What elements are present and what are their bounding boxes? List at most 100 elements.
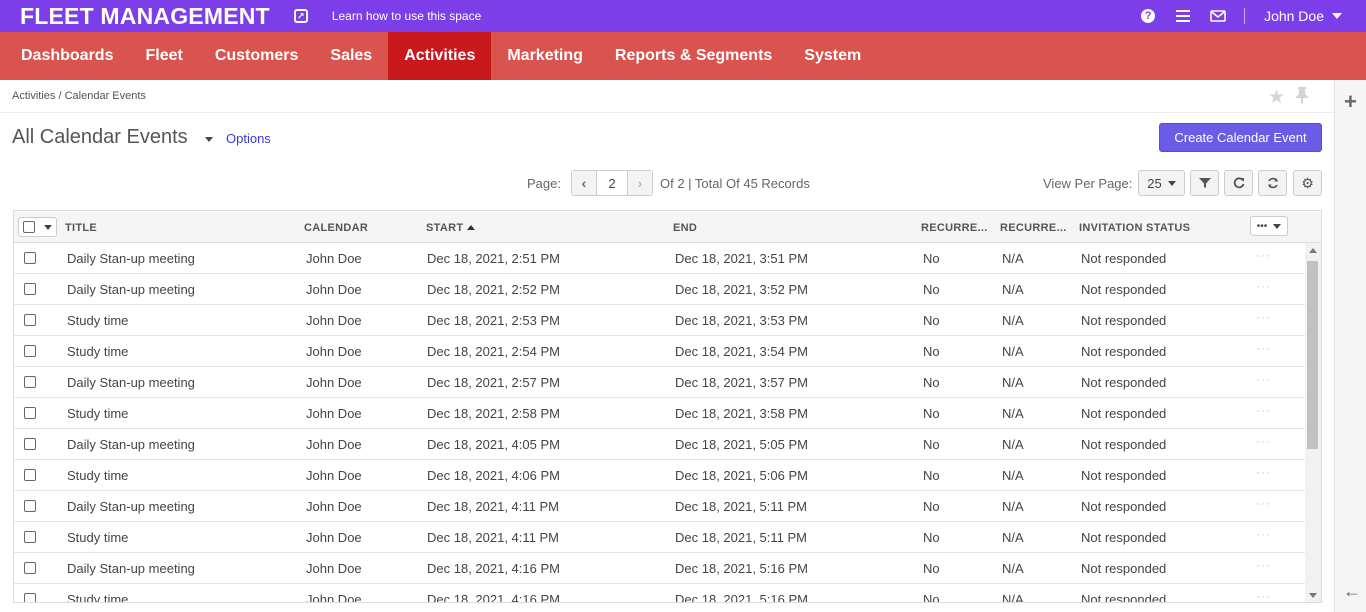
row-actions-icon[interactable]: ··· bbox=[1256, 434, 1271, 448]
vertical-scrollbar[interactable] bbox=[1305, 243, 1321, 602]
chevron-down-icon[interactable] bbox=[205, 137, 213, 142]
row-actions-icon[interactable]: ··· bbox=[1256, 589, 1271, 602]
row-actions-icon[interactable]: ··· bbox=[1256, 372, 1271, 386]
cell-start: Dec 18, 2021, 4:05 PM bbox=[427, 437, 560, 452]
column-start[interactable]: START bbox=[426, 222, 476, 234]
table-row[interactable]: Study time John Doe Dec 18, 2021, 4:06 PM D… bbox=[14, 460, 1305, 491]
row-actions-icon[interactable]: ··· bbox=[1256, 403, 1271, 417]
scroll-up-icon[interactable] bbox=[1309, 248, 1317, 253]
chevron-down-icon bbox=[1273, 223, 1282, 229]
refresh-button[interactable] bbox=[1224, 170, 1253, 196]
select-all-dropdown[interactable] bbox=[18, 217, 57, 237]
row-actions-icon[interactable]: ··· bbox=[1256, 496, 1271, 510]
row-actions-icon[interactable]: ··· bbox=[1256, 341, 1271, 355]
table-row[interactable]: Study time John Doe Dec 18, 2021, 2:53 PM D… bbox=[14, 305, 1305, 336]
cell-end: Dec 18, 2021, 5:16 PM bbox=[675, 592, 808, 603]
table-row[interactable]: Daily Stan-up meeting John Doe Dec 18, 202… bbox=[14, 491, 1305, 522]
reset-button[interactable] bbox=[1258, 170, 1287, 196]
row-checkbox[interactable] bbox=[24, 283, 36, 295]
table-row[interactable]: Study time John Doe Dec 18, 2021, 4:11 PM D… bbox=[14, 522, 1305, 553]
menu-item-marketing[interactable]: Marketing bbox=[491, 32, 599, 80]
menu-item-reports-segments[interactable]: Reports & Segments bbox=[599, 32, 788, 80]
column-invitation-status[interactable]: INVITATION STATUS bbox=[1079, 222, 1190, 234]
row-checkbox[interactable] bbox=[24, 345, 36, 357]
create-calendar-event-button[interactable]: Create Calendar Event bbox=[1159, 123, 1322, 152]
row-checkbox[interactable] bbox=[24, 407, 36, 419]
chevron-down-icon[interactable] bbox=[1332, 13, 1342, 19]
row-actions-icon[interactable]: ··· bbox=[1256, 248, 1271, 262]
app-brand[interactable]: FLEET MANAGEMENT bbox=[20, 3, 270, 30]
pager: ‹ 2 › bbox=[571, 170, 653, 196]
menu-item-sales[interactable]: Sales bbox=[314, 32, 388, 80]
user-menu[interactable]: John Doe bbox=[1264, 8, 1324, 24]
envelope-icon[interactable] bbox=[1209, 7, 1227, 25]
table-row[interactable]: Daily Stan-up meeting John Doe Dec 18, 202… bbox=[14, 429, 1305, 460]
column-recurrence-1[interactable]: RECURRE... bbox=[921, 222, 988, 234]
table-row[interactable]: Daily Stan-up meeting John Doe Dec 18, 202… bbox=[14, 553, 1305, 584]
breadcrumb-parent[interactable]: Activities bbox=[12, 90, 55, 102]
column-title[interactable]: TITLE bbox=[65, 222, 97, 234]
next-page-button[interactable]: › bbox=[628, 171, 652, 195]
table-row[interactable]: Daily Stan-up meeting John Doe Dec 18, 202… bbox=[14, 274, 1305, 305]
menu-item-customers[interactable]: Customers bbox=[199, 32, 315, 80]
menu-item-dashboards[interactable]: Dashboards bbox=[0, 32, 129, 80]
row-checkbox[interactable] bbox=[24, 562, 36, 574]
row-actions-icon[interactable]: ··· bbox=[1256, 558, 1271, 572]
column-menu-button[interactable]: ••• bbox=[1250, 216, 1288, 236]
column-end[interactable]: END bbox=[673, 222, 697, 234]
menu-item-activities[interactable]: Activities bbox=[388, 32, 492, 80]
learn-link[interactable]: Learn how to use this space bbox=[332, 9, 481, 23]
row-checkbox[interactable] bbox=[24, 469, 36, 481]
arrow-left-icon[interactable]: ← bbox=[1343, 581, 1361, 602]
column-recurrence-2[interactable]: RECURRE... bbox=[1000, 222, 1067, 234]
chevron-down-icon[interactable] bbox=[44, 224, 52, 230]
cell-recurrence-1: No bbox=[923, 313, 940, 328]
row-checkbox[interactable] bbox=[24, 438, 36, 450]
plus-icon[interactable]: + bbox=[1344, 91, 1357, 113]
row-actions-icon[interactable]: ··· bbox=[1256, 527, 1271, 541]
menu-item-fleet[interactable]: Fleet bbox=[129, 32, 198, 80]
page-number-input[interactable]: 2 bbox=[596, 171, 628, 195]
page-title[interactable]: All Calendar Events bbox=[12, 126, 188, 149]
star-icon[interactable]: ★ bbox=[1268, 86, 1285, 110]
row-actions-icon[interactable]: ··· bbox=[1256, 279, 1271, 293]
row-checkbox[interactable] bbox=[24, 376, 36, 388]
cell-recurrence-2: N/A bbox=[1002, 530, 1024, 545]
row-checkbox[interactable] bbox=[24, 314, 36, 326]
gear-icon: ⚙ bbox=[1301, 174, 1314, 191]
cell-title: Daily Stan-up meeting bbox=[67, 561, 195, 576]
breadcrumb-current: Calendar Events bbox=[64, 90, 146, 102]
settings-button[interactable]: ⚙ bbox=[1293, 170, 1322, 196]
scrollbar-thumb[interactable] bbox=[1307, 261, 1318, 449]
table-row[interactable]: Study time John Doe Dec 18, 2021, 2:54 PM D… bbox=[14, 336, 1305, 367]
table-row[interactable]: Study time John Doe Dec 18, 2021, 4:16 PM D… bbox=[14, 584, 1305, 603]
row-checkbox[interactable] bbox=[24, 252, 36, 264]
row-actions-icon[interactable]: ··· bbox=[1256, 310, 1271, 324]
cell-invitation-status: Not responded bbox=[1081, 251, 1167, 266]
row-checkbox[interactable] bbox=[24, 500, 36, 512]
row-checkbox[interactable] bbox=[24, 593, 36, 602]
per-page-select[interactable]: 25 bbox=[1138, 170, 1185, 196]
select-all-checkbox[interactable] bbox=[23, 221, 35, 233]
cell-end: Dec 18, 2021, 5:11 PM bbox=[675, 499, 808, 514]
cell-recurrence-1: No bbox=[923, 561, 940, 576]
column-calendar[interactable]: CALENDAR bbox=[304, 222, 368, 234]
help-icon[interactable]: ? bbox=[1139, 7, 1157, 25]
prev-page-button[interactable]: ‹ bbox=[572, 171, 596, 195]
menu-item-system[interactable]: System bbox=[788, 32, 877, 80]
scroll-down-icon[interactable] bbox=[1309, 593, 1317, 598]
hamburger-menu-icon[interactable] bbox=[1174, 7, 1192, 25]
share-icon[interactable]: ↗ bbox=[293, 9, 308, 23]
cell-start: Dec 18, 2021, 2:53 PM bbox=[427, 313, 560, 328]
cell-recurrence-2: N/A bbox=[1002, 406, 1024, 421]
cell-invitation-status: Not responded bbox=[1081, 375, 1167, 390]
row-actions-icon[interactable]: ··· bbox=[1256, 465, 1271, 479]
table-row[interactable]: Daily Stan-up meeting John Doe Dec 18, 202… bbox=[14, 367, 1305, 398]
pin-icon[interactable] bbox=[1295, 86, 1309, 110]
filter-button[interactable] bbox=[1190, 170, 1219, 196]
options-link[interactable]: Options bbox=[226, 131, 271, 146]
row-checkbox[interactable] bbox=[24, 531, 36, 543]
cell-end: Dec 18, 2021, 3:57 PM bbox=[675, 375, 808, 390]
table-row[interactable]: Daily Stan-up meeting John Doe Dec 18, 202… bbox=[14, 243, 1305, 274]
table-row[interactable]: Study time John Doe Dec 18, 2021, 2:58 PM D… bbox=[14, 398, 1305, 429]
